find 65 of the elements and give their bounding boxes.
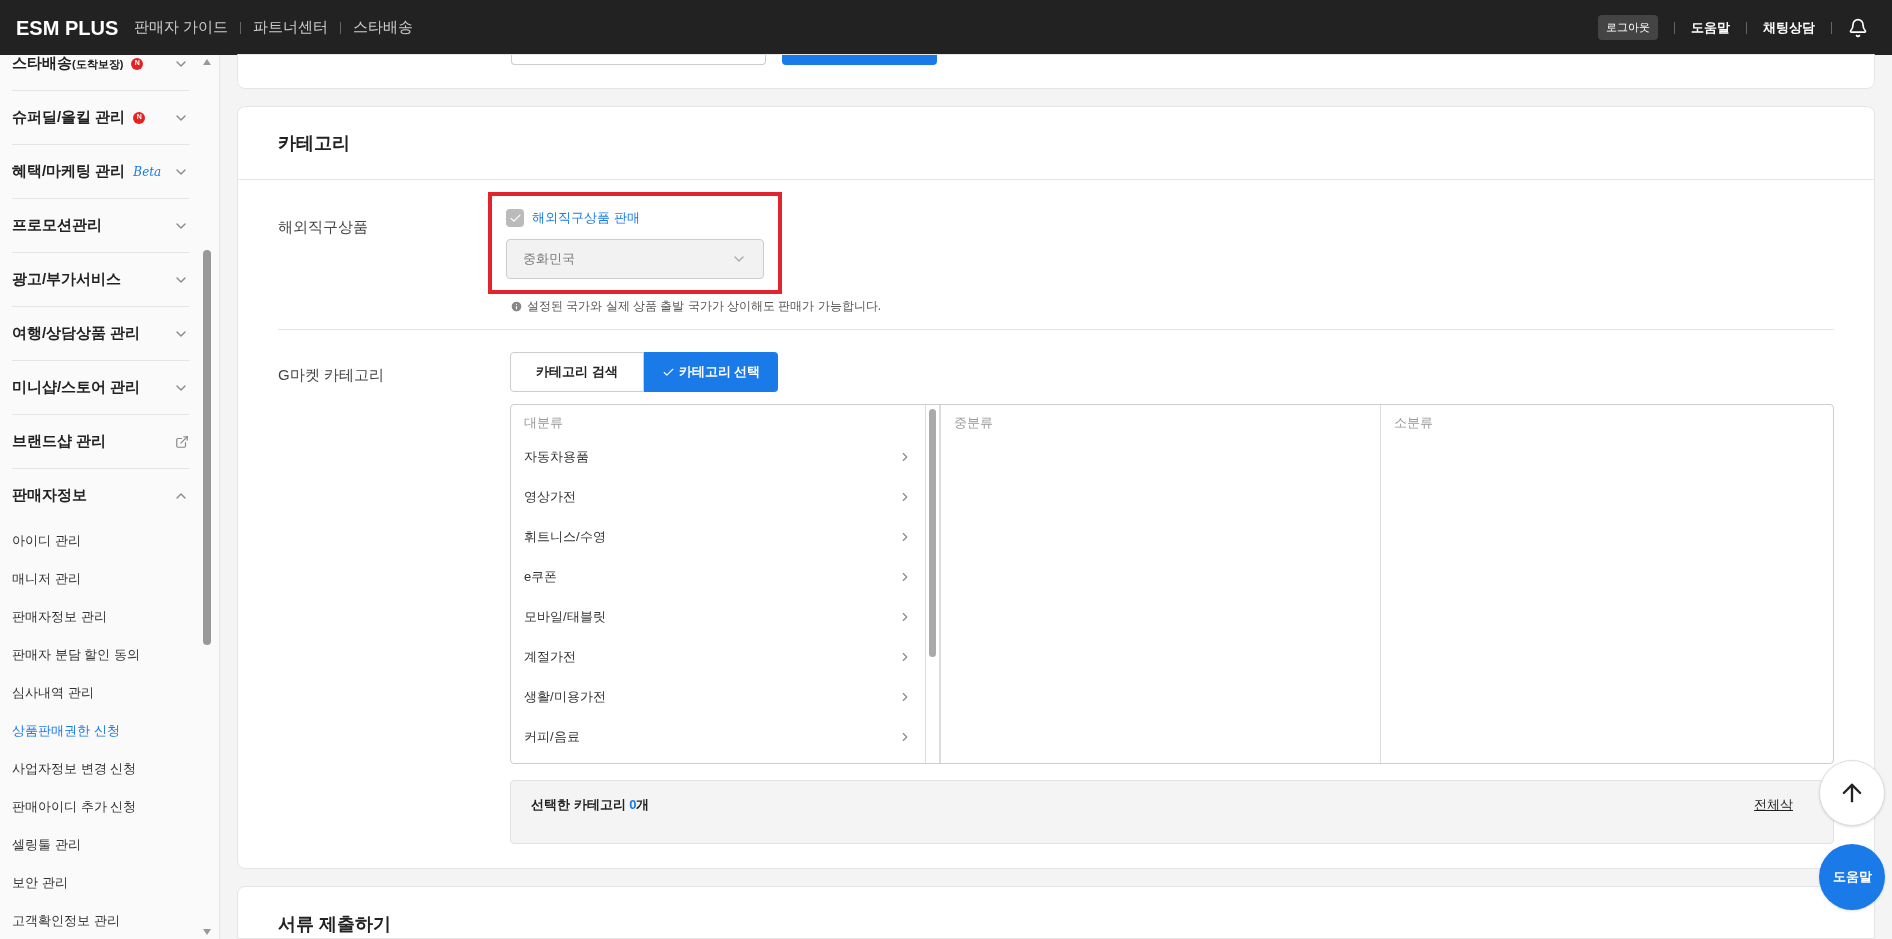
- card-title: 카테고리: [278, 131, 350, 155]
- sidebar-subitem[interactable]: 판매자 분담 할인 동의: [12, 636, 189, 674]
- sidebar-subitem[interactable]: 사업자정보 변경 신청: [12, 750, 189, 788]
- sidebar-menu-item[interactable]: 여행/상담상품 관리: [12, 307, 189, 360]
- sidebar-subitem[interactable]: 상품판매권한 신청: [12, 712, 189, 750]
- checkbox-label: 해외직구상품 판매: [532, 209, 640, 228]
- category-tab[interactable]: 카테고리 검색: [510, 352, 644, 392]
- scroll-up-icon[interactable]: [203, 59, 211, 65]
- menu-label: 혜택/마케팅 관리: [12, 161, 126, 182]
- top-link[interactable]: 스타배송: [353, 16, 414, 39]
- category-item[interactable]: 생활/미용가전: [524, 677, 912, 717]
- category-tab[interactable]: 카테고리 선택: [644, 352, 778, 392]
- category-item[interactable]: 모바일/태블릿: [524, 597, 912, 637]
- category-item[interactable]: e쿠폰: [524, 557, 912, 597]
- chat-link[interactable]: 채팅상담: [1763, 17, 1815, 38]
- help-link[interactable]: 도움말: [1691, 17, 1730, 38]
- scrollbar-thumb[interactable]: [203, 250, 211, 645]
- menu-label: 판매자정보: [12, 485, 87, 506]
- action-button[interactable]: [782, 55, 937, 65]
- menu-label: 슈퍼딜/올킬 관리: [12, 107, 126, 128]
- field-label: G마켓 카테고리: [278, 365, 385, 385]
- category-item[interactable]: 계절가전: [524, 637, 912, 677]
- menu-label: 광고/부가서비스: [12, 269, 122, 290]
- menu-label: 프로모션관리: [12, 215, 102, 236]
- beta-tag: Beta: [133, 162, 162, 181]
- menu-label: 미니샵/스토어 관리: [12, 377, 141, 398]
- category-item[interactable]: 휘트니스/수영: [524, 517, 912, 557]
- sidebar-menu-item[interactable]: 프로모션관리: [12, 199, 189, 252]
- sidebar-subitem[interactable]: 판매아이디 추가 신청: [12, 788, 189, 826]
- logout-button[interactable]: 로그아웃: [1598, 15, 1658, 40]
- help-note: 설정된 국가와 실제 상품 출발 국가가 상이해도 판매가 가능합니다.: [527, 298, 881, 315]
- menu-label: 스타배송(도착보장): [12, 55, 124, 74]
- sidebar-subitem[interactable]: 판매자정보 관리: [12, 598, 189, 636]
- sidebar-subitem[interactable]: 고객확인정보 관리: [12, 902, 189, 939]
- sidebar-subitem[interactable]: 보안 관리: [12, 864, 189, 902]
- top-link[interactable]: 파트너센터: [253, 16, 329, 39]
- sidebar-subitem[interactable]: 심사내역 관리: [12, 674, 189, 712]
- sidebar-menu-item[interactable]: 브랜드샵 관리: [12, 415, 189, 468]
- input-field[interactable]: [511, 55, 766, 65]
- scrollbar-thumb[interactable]: [929, 409, 936, 657]
- card-title: 서류 제출하기: [278, 914, 391, 934]
- clear-all-link[interactable]: 전체삭: [1754, 795, 1793, 815]
- column-header: 대분류: [524, 414, 564, 432]
- sidebar-menu-item[interactable]: 광고/부가서비스: [12, 253, 189, 306]
- sidebar-menu-item[interactable]: 혜택/마케팅 관리 Beta: [12, 145, 189, 198]
- category-item[interactable]: 커피/음료: [524, 717, 912, 757]
- logo[interactable]: ESM PLUS: [16, 12, 119, 43]
- scroll-down-icon[interactable]: [203, 929, 211, 935]
- bell-icon[interactable]: [1848, 17, 1868, 38]
- sidebar-menu-item[interactable]: 판매자정보: [12, 469, 189, 522]
- menu-label: 브랜드샵 관리: [12, 431, 107, 452]
- summary-label: 선택한 카테고리 0개: [531, 796, 650, 814]
- field-label: 해외직구상품: [278, 217, 369, 237]
- external-link-icon: [175, 434, 189, 449]
- category-item[interactable]: 자동차용품: [524, 437, 912, 477]
- sidebar-menu-item[interactable]: 미니샵/스토어 관리: [12, 361, 189, 414]
- sidebar-subitem[interactable]: 매니저 관리: [12, 560, 189, 598]
- info-icon: [510, 299, 523, 313]
- column-header: 중분류: [954, 414, 994, 432]
- top-link[interactable]: 판매자 가이드: [134, 16, 229, 39]
- category-item[interactable]: 영상가전: [524, 477, 912, 517]
- menu-label: 여행/상담상품 관리: [12, 323, 141, 344]
- sidebar-subitem[interactable]: 셀링툴 관리: [12, 826, 189, 864]
- column-header: 소분류: [1394, 414, 1434, 432]
- sidebar-subitem[interactable]: 아이디 관리: [12, 522, 189, 560]
